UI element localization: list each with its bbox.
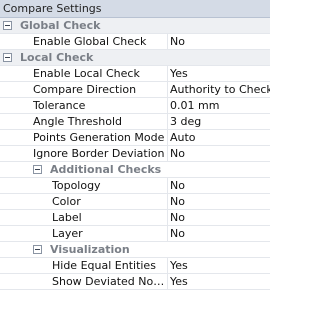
property-row-enable-global-check[interactable]: Enable Global Check No [0, 34, 270, 50]
property-name: Label [52, 211, 82, 224]
property-name: Layer [52, 227, 83, 240]
category-visualization[interactable]: Visualization [0, 242, 270, 258]
panel-title-bar: Compare Settings [0, 0, 270, 18]
property-name: Compare Direction [33, 83, 137, 96]
property-value[interactable]: 3 deg [167, 114, 270, 130]
category-local-check-label: Local Check [20, 51, 94, 64]
property-value[interactable]: Yes [167, 274, 270, 290]
property-name: Show Deviated Nor... [52, 275, 165, 288]
category-local-check[interactable]: Local Check [0, 50, 270, 66]
property-row-label[interactable]: Label No [0, 210, 270, 226]
category-global-check[interactable]: Global Check [0, 18, 270, 34]
property-row-enable-local-check[interactable]: Enable Local Check Yes [0, 66, 270, 82]
property-row-layer[interactable]: Layer No [0, 226, 270, 242]
property-value[interactable]: No [167, 178, 270, 194]
collapse-icon[interactable] [33, 245, 42, 254]
collapse-icon[interactable] [3, 53, 12, 62]
property-row-color[interactable]: Color No [0, 194, 270, 210]
property-value[interactable]: Auto [167, 130, 270, 146]
property-name: Topology [52, 179, 101, 192]
property-row-tolerance[interactable]: Tolerance 0.01 mm [0, 98, 270, 114]
category-global-check-label: Global Check [20, 19, 101, 32]
property-value[interactable]: Authority to Check [167, 82, 270, 98]
property-name: Color [52, 195, 81, 208]
property-name: Tolerance [33, 99, 86, 112]
property-value[interactable]: No [167, 210, 270, 226]
collapse-icon[interactable] [33, 165, 42, 174]
compare-settings-panel: Compare Settings Global Check Enable Glo… [0, 0, 270, 321]
category-visualization-label: Visualization [50, 243, 130, 256]
property-row-show-deviated-normals[interactable]: Show Deviated Nor... Yes [0, 274, 270, 290]
property-value[interactable]: No [167, 226, 270, 242]
property-row-compare-direction[interactable]: Compare Direction Authority to Check [0, 82, 270, 98]
category-additional-checks-label: Additional Checks [50, 163, 162, 176]
property-value[interactable]: No [167, 34, 270, 50]
panel-title: Compare Settings [3, 2, 102, 15]
property-value[interactable]: No [167, 146, 270, 162]
property-name: Enable Local Check [33, 67, 140, 80]
property-row-angle-threshold[interactable]: Angle Threshold 3 deg [0, 114, 270, 130]
property-value[interactable]: Yes [167, 66, 270, 82]
property-name: Angle Threshold [33, 115, 123, 128]
collapse-icon[interactable] [3, 21, 12, 30]
category-additional-checks[interactable]: Additional Checks [0, 162, 270, 178]
property-row-topology[interactable]: Topology No [0, 178, 270, 194]
property-row-hide-equal-entities[interactable]: Hide Equal Entities Yes [0, 258, 270, 274]
property-row-ignore-border-deviation[interactable]: Ignore Border Deviation No [0, 146, 270, 162]
property-value[interactable]: Yes [167, 258, 270, 274]
property-value[interactable]: No [167, 194, 270, 210]
property-name: Ignore Border Deviation [33, 147, 165, 160]
property-value[interactable]: 0.01 mm [167, 98, 270, 114]
property-name: Points Generation Mode [33, 131, 165, 144]
property-row-points-generation-mode[interactable]: Points Generation Mode Auto [0, 130, 270, 146]
property-name: Enable Global Check [33, 35, 147, 48]
property-name: Hide Equal Entities [52, 259, 156, 272]
